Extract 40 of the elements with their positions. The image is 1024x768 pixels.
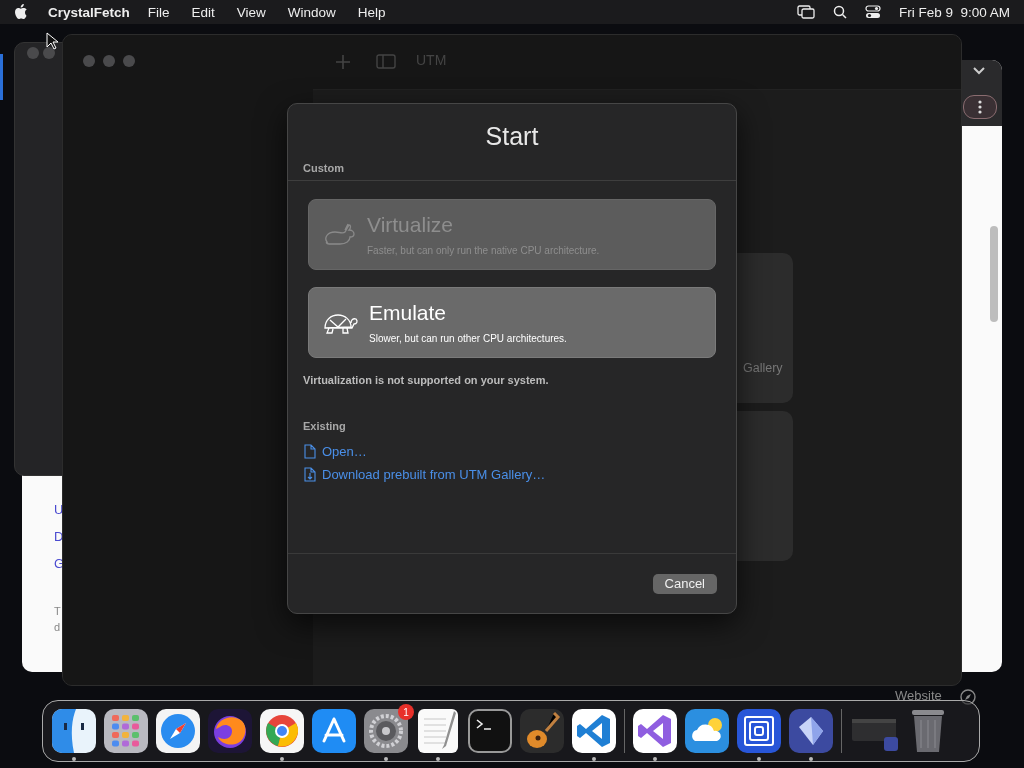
compass-icon[interactable] bbox=[960, 689, 976, 705]
menu-item[interactable]: File bbox=[147, 4, 170, 20]
body-text: T bbox=[54, 605, 62, 617]
website-link[interactable]: Website bbox=[895, 688, 942, 703]
action-link[interactable]: Open… bbox=[304, 444, 720, 459]
menu-item[interactable]: Edit bbox=[191, 4, 215, 20]
body-text: d bbox=[54, 621, 62, 633]
dialog-title: Start bbox=[484, 122, 540, 152]
cursor-icon bbox=[46, 32, 58, 50]
file-icon bbox=[304, 444, 316, 459]
running-indicator bbox=[592, 757, 596, 761]
section-label: Custom bbox=[302, 162, 345, 174]
link-text[interactable]: U bbox=[54, 502, 65, 517]
running-indicator bbox=[809, 757, 813, 761]
option-button[interactable]: Emulate Slower, but can run other CPU architectures. bbox=[308, 287, 716, 358]
chevron-down-icon[interactable] bbox=[972, 66, 986, 76]
menu-item[interactable]: Window bbox=[287, 4, 336, 20]
clock[interactable]: Fri Feb 9 9:00 AM bbox=[898, 4, 1010, 20]
apple-icon[interactable] bbox=[14, 4, 28, 20]
running-indicator bbox=[384, 757, 388, 761]
cancel-button[interactable]: Cancel bbox=[652, 573, 717, 594]
running-indicator bbox=[436, 757, 440, 761]
card-label: Gallery bbox=[743, 361, 783, 375]
running-indicator bbox=[757, 757, 761, 761]
app-menu[interactable]: CrystalFetch bbox=[48, 4, 130, 20]
notification-badge: 1 bbox=[398, 704, 414, 720]
search-icon[interactable] bbox=[832, 5, 847, 19]
running-indicator bbox=[72, 757, 76, 761]
windows-icon[interactable] bbox=[796, 5, 815, 19]
section-label: Existing bbox=[302, 420, 347, 432]
toggles-icon[interactable] bbox=[864, 5, 881, 19]
running-indicator bbox=[653, 757, 657, 761]
window-control[interactable] bbox=[43, 47, 55, 59]
action-link[interactable]: Download prebuilt from UTM Gallery… bbox=[304, 467, 720, 482]
download-file-icon bbox=[304, 467, 316, 482]
scrollbar-thumb[interactable] bbox=[990, 226, 998, 322]
menu-item[interactable]: Help bbox=[357, 4, 386, 20]
info-text: Virtualization is not supported on your system. bbox=[302, 374, 550, 386]
running-indicator bbox=[280, 757, 284, 761]
menu-item[interactable]: View bbox=[236, 4, 266, 20]
